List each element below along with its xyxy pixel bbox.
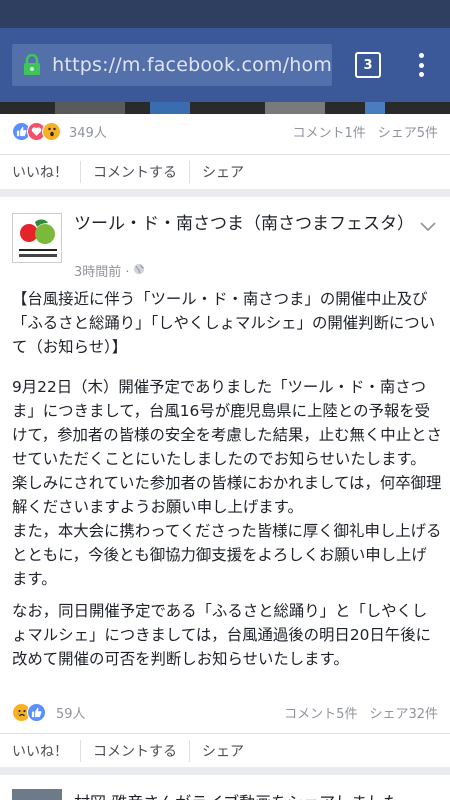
- comment-count[interactable]: コメント1件: [292, 122, 365, 141]
- action-bar: いいね！ コメントする シェア: [0, 154, 450, 188]
- post-title-paragraph: 【台風接近に伴う「ツール・ド・南さつま」の開催中止及び「ふるさと総踊り」「しやく…: [12, 290, 436, 356]
- next-post: 村岡 雅彦さんがライブ動画をシェアしました: [0, 775, 450, 800]
- previous-post: 349人 コメント1件 シェア5件 いいね！ コメントする シェア: [0, 102, 450, 189]
- action-bar: いいね！ コメントする シェア: [0, 733, 450, 767]
- next-post-title[interactable]: 村岡 雅彦さんがライブ動画をシェアしました: [74, 789, 444, 800]
- share-count[interactable]: シェア32件: [369, 703, 438, 722]
- reaction-icons[interactable]: [12, 702, 46, 722]
- reaction-count[interactable]: 349人: [69, 122, 107, 141]
- post-paragraph: なお，同日開催予定である「ふるさと総踊り」と「しやくしょマルシェ」につきましては…: [12, 602, 431, 668]
- author-avatar[interactable]: [12, 789, 62, 800]
- post-meta: 3時間前 ·: [74, 261, 145, 280]
- post-body: 【台風接近に伴う「ツール・ド・南さつま」の開催中止及び「ふるさと総踊り」「しやく…: [12, 287, 442, 679]
- reaction-bar: 349人 コメント1件 シェア5件: [0, 114, 450, 148]
- reaction-icons[interactable]: [12, 121, 61, 141]
- post-paragraph: 9月22日（木）開催予定でありました「ツール・ド・南さつま」につきまして，台風1…: [12, 378, 442, 588]
- main-post: ツール・ド・南さつま（南さつまフェスタ） 3時間前 · 【台風接近に伴う「ツール…: [0, 197, 450, 767]
- browser-toolbar: https://m.facebook.com/hom 3: [0, 28, 450, 102]
- status-bar: [0, 0, 450, 28]
- share-button[interactable]: シェア: [190, 740, 256, 762]
- comment-button[interactable]: コメントする: [81, 160, 190, 183]
- like-button[interactable]: いいね！: [0, 739, 81, 762]
- share-button[interactable]: シェア: [190, 161, 256, 183]
- page-name[interactable]: ツール・ド・南さつま（南さつまフェスタ）: [74, 212, 414, 236]
- overflow-menu-icon[interactable]: [412, 50, 430, 80]
- url-text[interactable]: https://m.facebook.com/hom: [52, 54, 332, 76]
- reaction-count[interactable]: 59人: [56, 703, 86, 722]
- reaction-bar: 59人 コメント5件 シェア32件: [0, 695, 450, 729]
- share-count[interactable]: シェア5件: [378, 122, 438, 141]
- comment-count[interactable]: コメント5件: [284, 703, 357, 722]
- comment-button[interactable]: コメントする: [81, 739, 190, 762]
- page-avatar[interactable]: [12, 213, 62, 263]
- lock-icon: [12, 44, 52, 86]
- post-image[interactable]: [0, 102, 450, 114]
- wow-reaction-icon: [42, 121, 61, 141]
- post-time[interactable]: 3時間前 ·: [74, 261, 130, 280]
- like-reaction-icon: [27, 702, 46, 722]
- address-bar[interactable]: https://m.facebook.com/hom: [12, 44, 332, 86]
- globe-icon: [133, 263, 145, 279]
- tabs-icon[interactable]: 3: [355, 52, 381, 78]
- chevron-down-icon[interactable]: [420, 217, 436, 236]
- like-button[interactable]: いいね！: [0, 160, 81, 183]
